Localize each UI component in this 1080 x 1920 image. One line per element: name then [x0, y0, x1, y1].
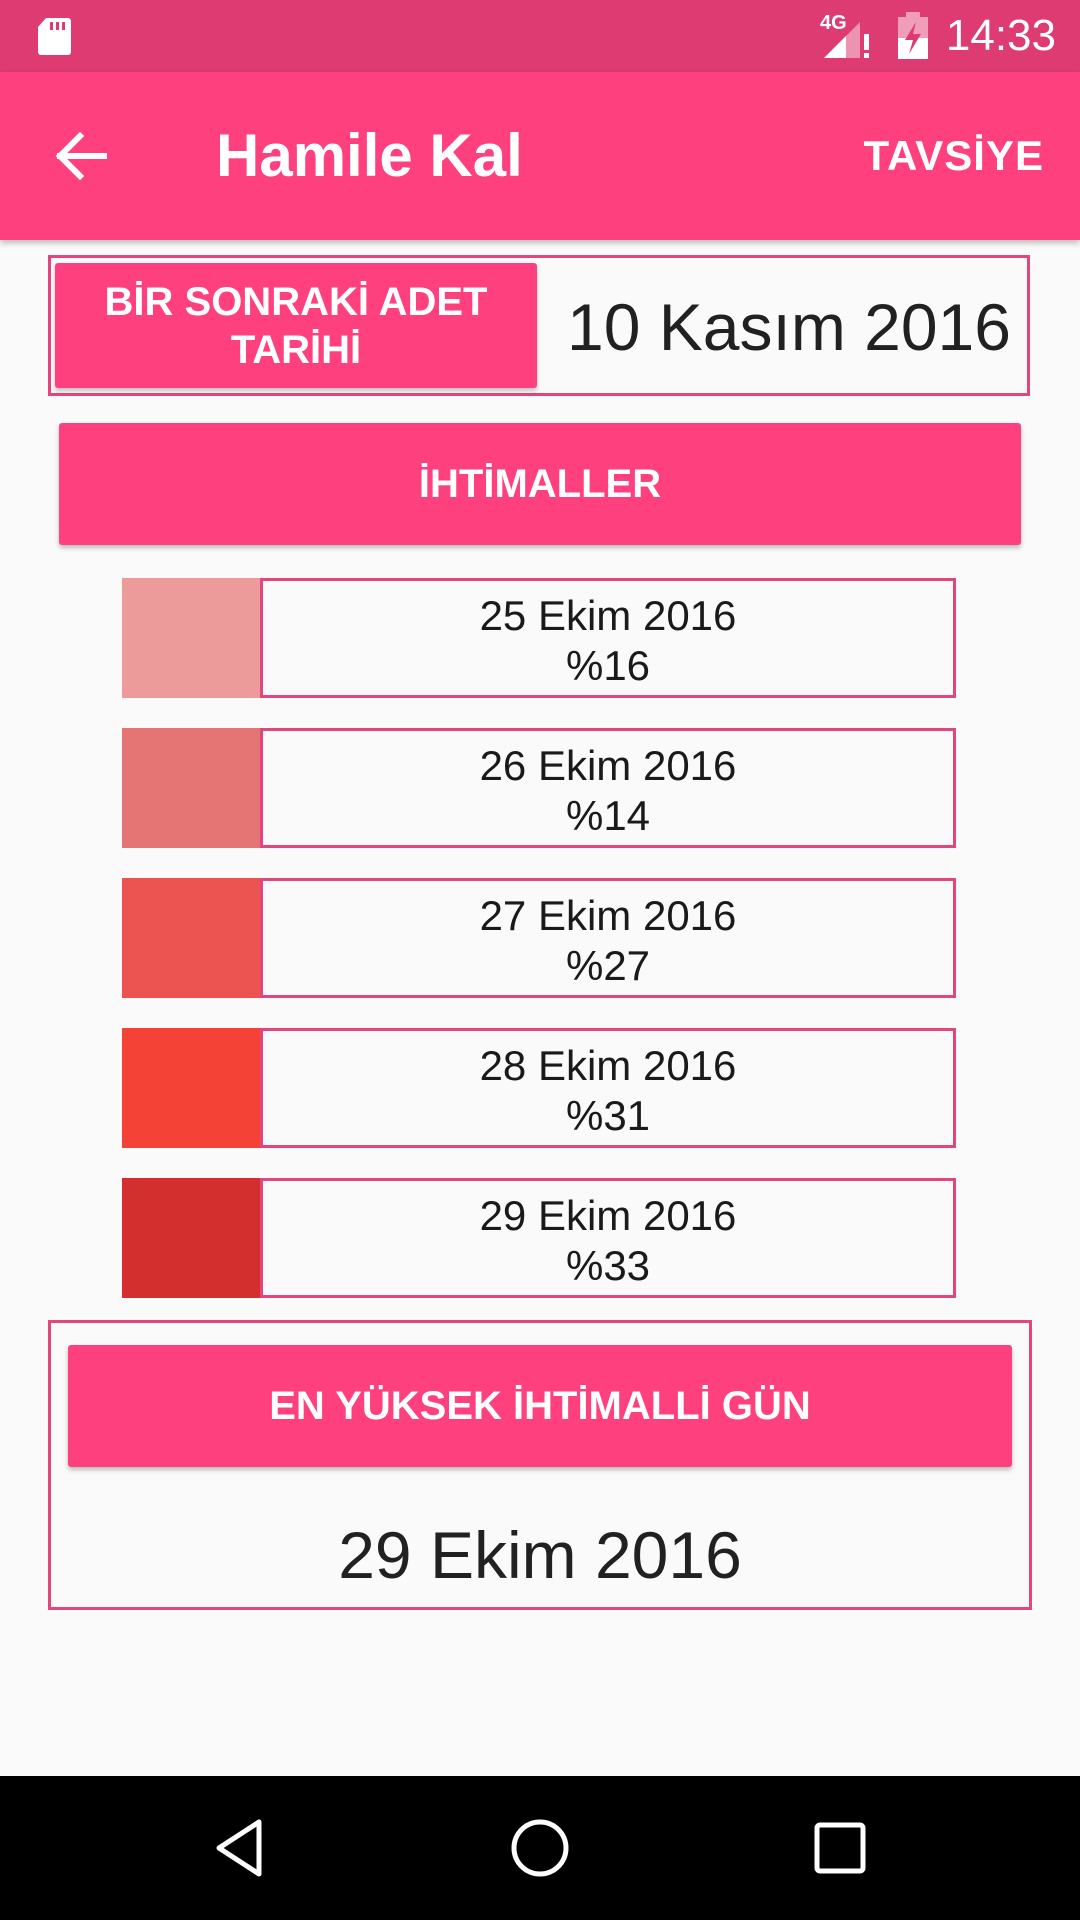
status-time: 14:33 [945, 11, 1056, 60]
screen: 4G 14:33 Hamile Kal TAVSİYE BİR SONRAKİ … [0, 0, 1080, 1920]
day-info-box: 25 Ekim 2016 %16 [260, 578, 956, 698]
highest-probability-button[interactable]: EN YÜKSEK İHTİMALLİ GÜN [68, 1345, 1012, 1467]
sd-card-icon [38, 18, 71, 55]
day-color-swatch [122, 1178, 262, 1298]
battery-charging-icon [898, 12, 928, 59]
day-row: 28 Ekim 2016 %31 [122, 1028, 956, 1148]
home-circle-icon[interactable] [504, 1812, 576, 1884]
day-color-swatch [122, 878, 262, 998]
day-percent: %14 [565, 792, 651, 839]
next-period-date: 10 Kasım 2016 [567, 290, 1011, 364]
day-percent: %33 [565, 1242, 651, 1289]
day-date: 27 Ekim 2016 [479, 892, 737, 939]
day-info-box: 28 Ekim 2016 %31 [260, 1028, 956, 1148]
day-row: 26 Ekim 2016 %14 [122, 728, 956, 848]
day-color-swatch [122, 578, 262, 698]
highest-probability-date: 29 Ekim 2016 [338, 1518, 742, 1592]
recents-square-icon[interactable] [804, 1812, 876, 1884]
day-row: 29 Ekim 2016 %33 [122, 1178, 956, 1298]
day-percent: %27 [565, 942, 651, 989]
day-color-swatch [122, 1028, 262, 1148]
back-triangle-icon[interactable] [205, 1812, 277, 1884]
back-arrow-icon[interactable] [44, 120, 116, 192]
day-percent: %31 [565, 1092, 651, 1139]
next-period-button[interactable]: BİR SONRAKİ ADET TARİHİ [55, 263, 537, 388]
probabilities-button[interactable]: İHTİMALLER [59, 423, 1021, 545]
navigation-bar [0, 1776, 1080, 1920]
highest-probability-card: EN YÜKSEK İHTİMALLİ GÜN 29 Ekim 2016 [48, 1320, 1032, 1610]
day-percent: %16 [565, 642, 651, 689]
day-date: 26 Ekim 2016 [479, 742, 737, 789]
day-date: 28 Ekim 2016 [479, 1042, 737, 1089]
day-row: 27 Ekim 2016 %27 [122, 878, 956, 998]
day-date: 29 Ekim 2016 [479, 1192, 737, 1239]
day-date: 25 Ekim 2016 [479, 592, 737, 639]
day-row: 25 Ekim 2016 %16 [122, 578, 956, 698]
signal-icon: 4G [816, 12, 876, 60]
advice-button[interactable]: TAVSİYE [864, 132, 1044, 180]
page-title: Hamile Kal [216, 122, 523, 189]
day-info-box: 27 Ekim 2016 %27 [260, 878, 956, 998]
status-bar: 4G 14:33 [0, 0, 1080, 72]
next-period-card: BİR SONRAKİ ADET TARİHİ 10 Kasım 2016 [48, 255, 1030, 396]
day-info-box: 29 Ekim 2016 %33 [260, 1178, 956, 1298]
app-toolbar: Hamile Kal TAVSİYE [0, 72, 1080, 240]
day-info-box: 26 Ekim 2016 %14 [260, 728, 956, 848]
day-color-swatch [122, 728, 262, 848]
